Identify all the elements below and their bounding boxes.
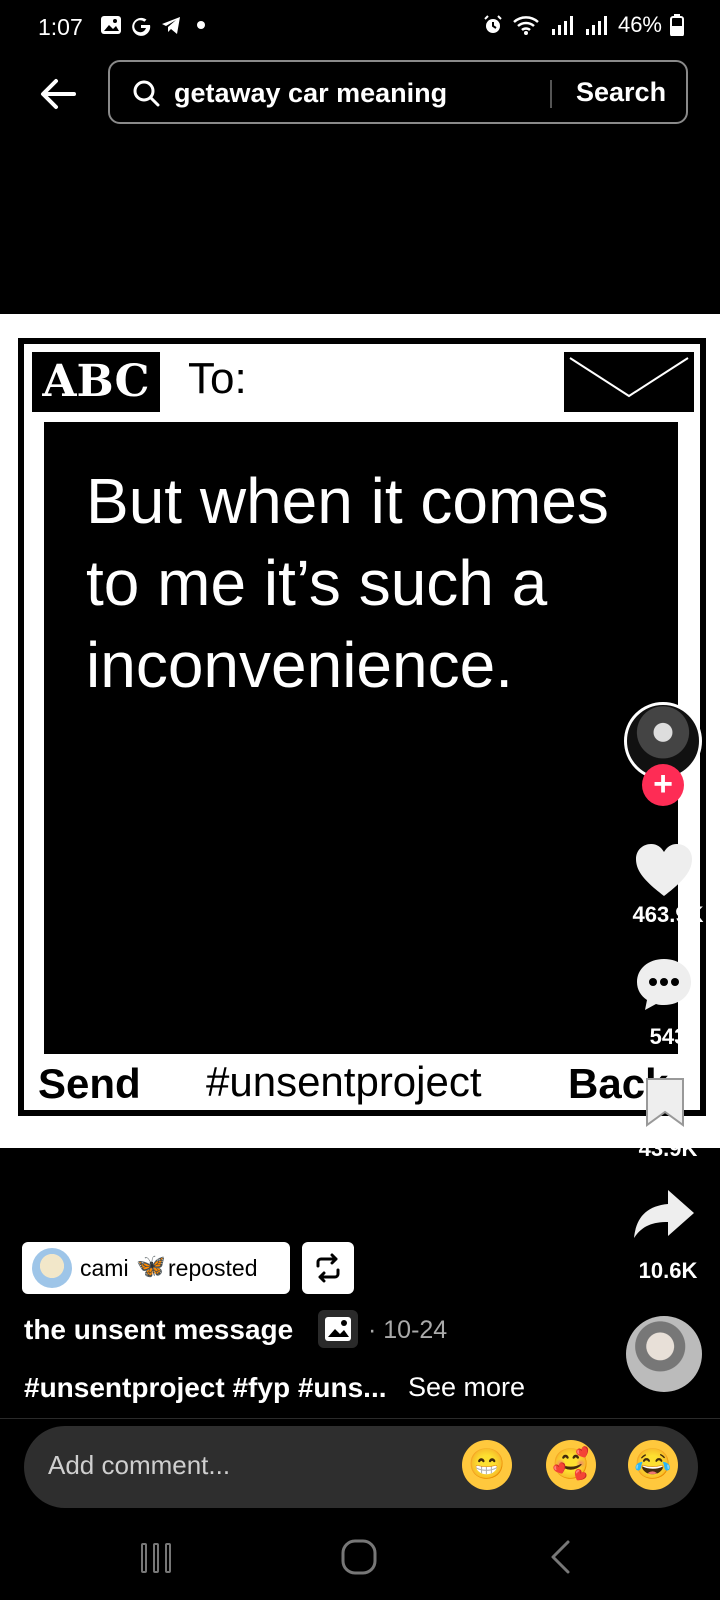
battery-icon (670, 14, 684, 36)
system-indicators: 46% (482, 12, 684, 38)
smiling-hearts-emoji-button[interactable]: 🥰 (546, 1440, 596, 1490)
back-nav-icon[interactable] (548, 1538, 572, 1576)
bookmark-icon[interactable] (644, 1076, 686, 1128)
repost-button[interactable] (302, 1242, 354, 1294)
heart-icon[interactable] (634, 842, 694, 898)
telegram-icon (162, 17, 180, 34)
signal-icon (585, 16, 607, 35)
back-arrow-icon[interactable] (34, 70, 82, 118)
comment-icon[interactable] (634, 956, 694, 1012)
reposter-name: cami (80, 1255, 129, 1281)
recent-apps-icon[interactable] (138, 1540, 174, 1576)
home-icon[interactable] (340, 1538, 378, 1576)
search-divider (550, 80, 552, 108)
card-hashtag-label: #unsentproject (206, 1058, 482, 1105)
repost-icon (316, 1253, 340, 1283)
reposter-avatar (32, 1248, 72, 1288)
save-count: 43.9K (638, 1136, 698, 1161)
comment-placeholder: Add comment... (48, 1450, 231, 1480)
dot-icon (197, 21, 205, 29)
abc-logo: ABC (32, 352, 160, 412)
search-icon (133, 80, 160, 107)
search-input[interactable]: getaway car meaning Search (108, 60, 688, 124)
notification-icons (100, 14, 212, 36)
google-icon (132, 17, 151, 36)
alarm-icon (484, 15, 502, 33)
share-icon[interactable] (632, 1186, 696, 1242)
status-bar: 1:07 46% (0, 0, 720, 56)
comment-count: 543 (649, 1024, 687, 1049)
repost-chip[interactable]: cami 🦋 reposted (22, 1242, 290, 1294)
music-disc-avatar[interactable] (626, 1316, 702, 1392)
like-count: 463.9K (632, 902, 704, 927)
to-label: To: (188, 354, 247, 403)
share-count: 10.6K (638, 1258, 698, 1283)
reposted-label: reposted (168, 1255, 258, 1281)
battery-percent: 46% (617, 12, 662, 37)
photo-icon (318, 1310, 358, 1348)
tears-of-joy-emoji-button[interactable]: 😂 (628, 1440, 678, 1490)
divider (0, 1418, 720, 1419)
card-send-label: Send (38, 1060, 141, 1107)
envelope-icon (564, 352, 694, 412)
grinning-emoji-button[interactable]: 😁 (462, 1440, 512, 1490)
search-button[interactable]: Search (576, 77, 666, 108)
status-time: 1:07 (38, 14, 83, 40)
image-icon (101, 16, 121, 34)
follow-plus-button[interactable]: + (642, 764, 684, 806)
wifi-icon (513, 16, 539, 35)
search-query: getaway car meaning (174, 78, 448, 108)
video-title[interactable]: the unsent message (24, 1314, 293, 1346)
signal-icon (551, 16, 573, 35)
caption-hashtags[interactable]: #unsentproject #fyp #uns... (24, 1372, 387, 1404)
butterfly-icon: 🦋 (136, 1253, 166, 1280)
see-more-link[interactable]: See more (408, 1372, 525, 1403)
post-date: · 10-24 (368, 1316, 448, 1344)
comment-input[interactable]: Add comment... 😁 🥰 😂 (24, 1426, 698, 1508)
message-text: But when it comes to me it’s such a inco… (86, 465, 609, 701)
